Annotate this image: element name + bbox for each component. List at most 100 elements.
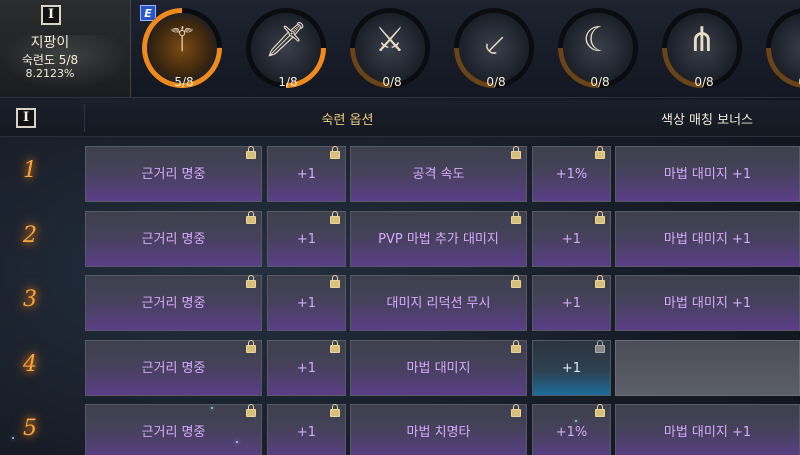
color-match-bonus[interactable]: 마법 대미지 +1 — [615, 210, 800, 267]
secondary-value-text: +1 — [561, 231, 582, 247]
lock-icon[interactable] — [511, 146, 521, 159]
secondary-option-text: 마법 대미지 — [406, 360, 471, 376]
lock-icon[interactable] — [330, 275, 340, 288]
lock-icon[interactable] — [595, 210, 605, 224]
lock-icon[interactable] — [330, 146, 340, 159]
sparkle — [12, 437, 14, 439]
blade-icon: ⸔ — [481, 25, 507, 65]
secondary-option-text: 대미지 리덕션 무시 — [386, 296, 491, 311]
grade-badge: I — [41, 5, 61, 25]
primary-value[interactable]: +1 — [267, 275, 346, 331]
secondary-value[interactable]: +1 — [532, 275, 611, 331]
secondary-value-text: +1% — [555, 425, 588, 440]
primary-option-text: 근거리 명중 — [141, 425, 206, 440]
secondary-option[interactable]: 마법 치명타 — [350, 404, 527, 455]
mastery-count: 0/8 — [382, 75, 402, 89]
mastery-level: 숙련도 5/8 — [21, 53, 79, 67]
secondary-value[interactable]: +1% — [532, 146, 611, 202]
weapon-slot[interactable]: ⋔ 0/8 — [645, 0, 759, 105]
option-row: 4 근거리 명중 +1 마법 대미지 +1 — [0, 338, 800, 398]
secondary-value[interactable]: +1 — [532, 339, 611, 396]
weapon-slot[interactable]: ☾ 0/8 — [541, 0, 655, 105]
weapon-slot[interactable]: ⸔ 0/8 — [437, 0, 551, 105]
weapon-slot[interactable]: ⚚ 5/8 — [125, 0, 239, 105]
grade-badge: I — [16, 108, 36, 128]
sword-icon: 🗡 — [264, 20, 308, 60]
secondary-option-text: PVP 마법 추가 대미지 — [378, 231, 499, 247]
weapon-slot[interactable]: ) 0/8 — [749, 0, 800, 105]
lock-icon[interactable] — [511, 339, 521, 353]
mastery-count: 0/8 — [788, 75, 800, 89]
primary-option-text: 근거리 명중 — [141, 296, 206, 311]
primary-value[interactable]: +1 — [267, 404, 346, 455]
secondary-value-text: +1% — [555, 167, 588, 182]
row-number: 1 — [23, 158, 37, 183]
color-match-bonus[interactable]: 마법 대미지 +1 — [615, 404, 800, 455]
primary-option[interactable]: 근거리 명중 — [85, 339, 262, 396]
lock-icon[interactable] — [511, 404, 521, 417]
lock-icon[interactable] — [595, 339, 605, 353]
secondary-value-text: +1 — [561, 296, 582, 311]
mastery-count: 1/8 — [278, 75, 298, 89]
lock-icon[interactable] — [330, 210, 340, 224]
lock-icon[interactable] — [595, 146, 605, 159]
color-match-bonus-text: 마법 대미지 +1 — [663, 425, 752, 440]
mastery-count: 5/8 — [174, 75, 194, 89]
secondary-option-text: 공격 속도 — [412, 167, 465, 182]
mastery-screen: I 지팡이 숙련도 5/8 8.2123% E ⚚ 5/8 🗡 1/8 ⚔ 0/8 ⸔ 0/8… — [0, 0, 800, 455]
option-row: 1 근거리 명중 +1 공격 속도 +1% 마법 대미지 +1 — [0, 144, 800, 204]
color-match-bonus-text: 마법 대미지 +1 — [663, 296, 752, 311]
primary-option-text: 근거리 명중 — [141, 167, 206, 182]
primary-value-text: +1 — [296, 167, 317, 182]
selected-weapon-panel[interactable]: I 지팡이 숙련도 5/8 8.2123% — [0, 0, 131, 97]
primary-option[interactable]: 근거리 명중 — [85, 146, 262, 202]
primary-value[interactable]: +1 — [267, 146, 346, 202]
lock-icon[interactable] — [246, 339, 256, 353]
lock-icon[interactable] — [246, 146, 256, 159]
weapon-slot[interactable]: ⚔ 0/8 — [333, 0, 447, 105]
option-row: 5 근거리 명중 +1 마법 치명타 +1% 마법 대미지 +1 — [0, 402, 800, 455]
lock-icon[interactable] — [595, 404, 605, 417]
primary-value[interactable]: +1 — [267, 339, 346, 396]
lock-icon[interactable] — [511, 210, 521, 224]
sparkle — [211, 407, 213, 409]
primary-value-text: +1 — [296, 296, 317, 311]
color-match-bonus-title: 색상 매칭 보너스 — [661, 113, 753, 128]
lock-icon[interactable] — [246, 210, 256, 224]
color-match-bonus-text: 마법 대미지 +1 — [663, 167, 752, 182]
secondary-option-text: 마법 치명타 — [406, 425, 471, 440]
secondary-value[interactable]: +1% — [532, 404, 611, 455]
secondary-value-text: +1 — [561, 360, 582, 376]
lock-icon[interactable] — [511, 275, 521, 288]
lock-icon[interactable] — [330, 404, 340, 417]
secondary-option[interactable]: 공격 속도 — [350, 146, 527, 202]
color-match-bonus[interactable]: 마법 대미지 +1 — [615, 146, 800, 202]
table-header: I 숙련 옵션 색상 매칭 보너스 — [0, 100, 800, 137]
secondary-option[interactable]: 마법 대미지 — [350, 339, 527, 396]
color-match-bonus[interactable]: 마법 대미지 +1 — [615, 275, 800, 331]
secondary-value[interactable]: +1 — [532, 210, 611, 267]
primary-option-text: 근거리 명중 — [141, 360, 206, 376]
lock-icon[interactable] — [595, 275, 605, 288]
secondary-option[interactable]: PVP 마법 추가 대미지 — [350, 210, 527, 267]
primary-option[interactable]: 근거리 명중 — [85, 210, 262, 267]
primary-value-text: +1 — [296, 360, 317, 376]
option-row: 3 근거리 명중 +1 대미지 리덕션 무시 +1 마법 대미지 +1 — [0, 273, 800, 333]
secondary-option[interactable]: 대미지 리덕션 무시 — [350, 275, 527, 331]
weapon-name: 지팡이 — [30, 35, 70, 51]
primary-option[interactable]: 근거리 명중 — [85, 275, 262, 331]
row-number: 4 — [23, 351, 37, 377]
mastery-count: 0/8 — [486, 75, 506, 89]
lock-icon[interactable] — [330, 339, 340, 353]
weapon-mastery-bar: I 지팡이 숙련도 5/8 8.2123% E ⚚ 5/8 🗡 1/8 ⚔ 0/8 ⸔ 0/8… — [0, 0, 800, 105]
lock-icon[interactable] — [246, 404, 256, 417]
lock-icon[interactable] — [246, 275, 256, 288]
weapon-slot[interactable]: 🗡 1/8 — [229, 0, 343, 105]
primary-option[interactable]: 근거리 명중 — [85, 404, 262, 455]
row-number: 5 — [23, 416, 37, 441]
staff-icon: ⚚ — [166, 20, 198, 60]
scythe-icon: ☾ — [582, 20, 614, 60]
primary-value-text: +1 — [296, 425, 317, 440]
color-match-bonus[interactable] — [615, 339, 800, 396]
primary-value[interactable]: +1 — [267, 210, 346, 267]
